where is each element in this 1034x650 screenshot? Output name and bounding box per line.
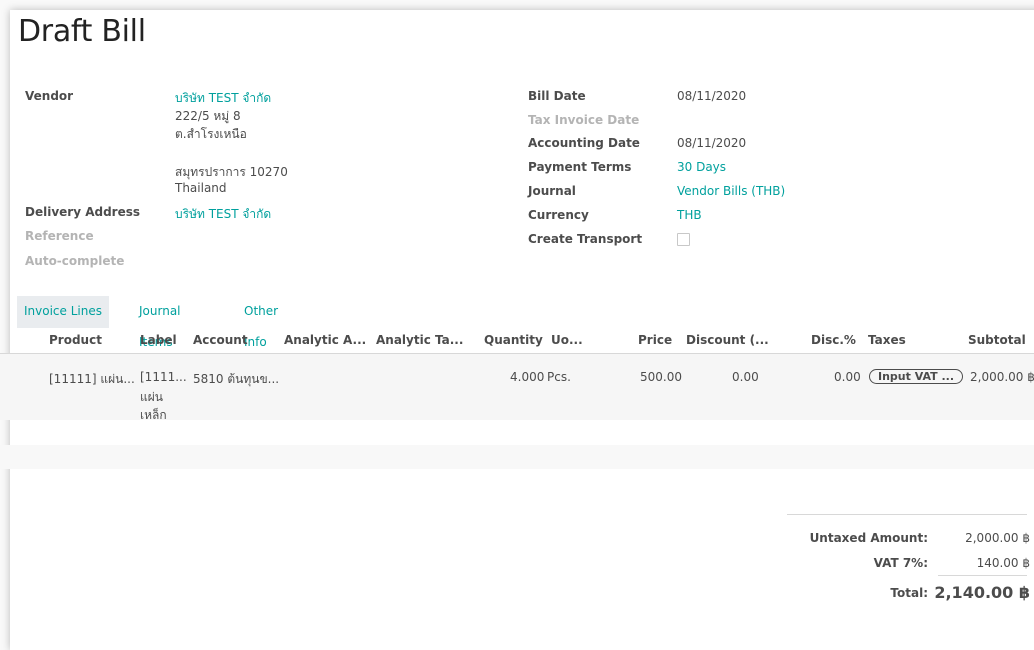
row-label-line3: เหล็ก — [140, 408, 167, 422]
row-uom[interactable]: Pcs. — [547, 370, 571, 384]
tab-invoice-lines[interactable]: Invoice Lines — [17, 296, 109, 328]
reference-label: Reference — [25, 229, 94, 243]
total-separator — [938, 575, 1027, 576]
table-header: Product Label Account Analytic A... Anal… — [0, 327, 1034, 354]
row-product[interactable]: [11111] แผ่น... — [49, 370, 135, 389]
col-account[interactable]: Account — [193, 333, 248, 347]
create-transport-label: Create Transport — [528, 232, 643, 246]
tab-other-info[interactable]: Other Info — [244, 296, 278, 349]
row-subtotal: 2,000.00 ฿ — [970, 370, 1034, 384]
vat-label: VAT 7%: — [873, 556, 928, 570]
row-label-line1[interactable]: [1111... — [140, 370, 187, 384]
journal-label: Journal — [528, 184, 576, 198]
total-value: 2,140.00 ฿ — [934, 583, 1030, 602]
currency-label: Currency — [528, 208, 589, 222]
col-subtotal[interactable]: Subtotal — [968, 333, 1026, 347]
col-taxes[interactable]: Taxes — [868, 333, 906, 347]
create-transport-checkbox[interactable] — [677, 233, 690, 246]
currency-link[interactable]: THB — [677, 208, 702, 222]
accounting-date-label: Accounting Date — [528, 136, 640, 150]
payment-terms-label: Payment Terms — [528, 160, 632, 174]
vendor-address-line3: สมุทรปราการ 10270 — [175, 165, 288, 179]
row-account[interactable]: 5810 ต้นทุนข... — [193, 370, 279, 389]
vendor-label: Vendor — [25, 89, 74, 103]
untaxed-amount-value: 2,000.00 ฿ — [965, 531, 1030, 545]
page-title: Draft Bill — [18, 14, 146, 49]
vat-value: 140.00 ฿ — [976, 556, 1030, 570]
col-product[interactable]: Product — [49, 333, 102, 347]
payment-terms-link[interactable]: 30 Days — [677, 160, 726, 174]
vendor-address-line2: ต.สำโรงเหนือ — [175, 127, 247, 141]
col-price[interactable]: Price — [638, 333, 672, 347]
row-label-line2: แผ่น — [140, 390, 163, 404]
tax-invoice-date-label: Tax Invoice Date — [528, 113, 640, 127]
bill-date-label: Bill Date — [528, 89, 586, 103]
col-discount[interactable]: Discount (... — [686, 333, 769, 347]
col-disc-pct[interactable]: Disc.% — [811, 333, 856, 347]
col-analytic-account[interactable]: Analytic A... — [284, 333, 366, 347]
row-discount[interactable]: 0.00 — [732, 370, 759, 384]
col-analytic-tags[interactable]: Analytic Ta... — [376, 333, 463, 347]
col-uom[interactable]: Uo... — [551, 333, 583, 347]
row-disc-pct[interactable]: 0.00 — [834, 370, 861, 384]
tax-tag[interactable]: Input VAT ... — [869, 369, 964, 384]
untaxed-amount-label: Untaxed Amount: — [809, 531, 928, 545]
vendor-link[interactable]: บริษัท TEST จำกัด — [175, 89, 271, 108]
tab-journal-items[interactable]: Journal Items — [139, 296, 181, 349]
row-price[interactable]: 500.00 — [640, 370, 682, 384]
totals-separator — [787, 514, 1027, 515]
autocomplete-label: Auto-complete — [25, 254, 125, 268]
bill-date-value[interactable]: 08/11/2020 — [677, 89, 746, 103]
delivery-address-link[interactable]: บริษัท TEST จำกัด — [175, 205, 271, 224]
table-empty-row — [0, 445, 1034, 469]
accounting-date-value[interactable]: 08/11/2020 — [677, 136, 746, 150]
vendor-address-line1: 222/5 หมู่ 8 — [175, 109, 241, 123]
journal-link[interactable]: Vendor Bills (THB) — [677, 184, 785, 198]
total-label: Total: — [890, 586, 928, 600]
vendor-address-line4: Thailand — [175, 181, 227, 195]
delivery-address-label: Delivery Address — [25, 205, 141, 219]
col-label[interactable]: Label — [140, 333, 177, 347]
row-quantity[interactable]: 4.000 — [510, 370, 544, 384]
col-quantity[interactable]: Quantity — [484, 333, 543, 347]
